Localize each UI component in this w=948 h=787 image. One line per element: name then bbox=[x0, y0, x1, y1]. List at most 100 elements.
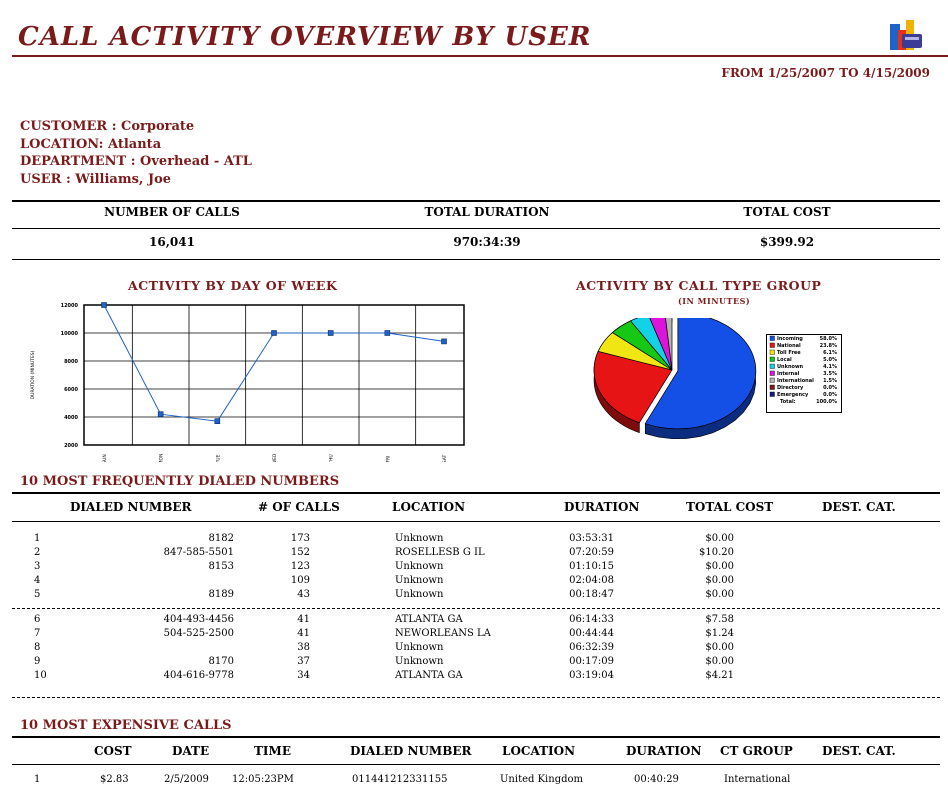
legend-value: 4.1% bbox=[823, 364, 837, 370]
x-tick-label: THU bbox=[329, 454, 335, 462]
duration: 00:18:47 bbox=[569, 589, 614, 600]
legend-value: 0.0% bbox=[823, 392, 837, 398]
legend-total-label: Total: bbox=[780, 399, 796, 405]
row-index: 1 bbox=[34, 533, 41, 544]
x-tick-label: WED bbox=[272, 453, 278, 462]
summary-bottom-rule bbox=[12, 259, 940, 260]
legend-value: 3.5% bbox=[823, 371, 837, 377]
total-cost: $10.20 bbox=[699, 547, 734, 558]
legend-swatch bbox=[769, 363, 775, 369]
total-cost: $0.00 bbox=[705, 533, 734, 544]
legend-label: Local bbox=[777, 357, 792, 363]
summary-table: NUMBER OF CALLS TOTAL DURATION TOTAL COS… bbox=[12, 200, 940, 260]
legend-value: 5.0% bbox=[823, 357, 837, 363]
expensive-header-destcat: DEST. CAT. bbox=[822, 744, 896, 758]
legend-label: Emergency bbox=[777, 392, 809, 398]
dialed-number: 8189 bbox=[208, 589, 234, 600]
duration: 03:19:04 bbox=[569, 670, 614, 681]
x-tick-label: MON bbox=[159, 454, 165, 462]
expensive-header-number: DIALED NUMBER bbox=[350, 744, 472, 758]
legend-value: 23.8% bbox=[820, 343, 837, 349]
legend-swatch bbox=[769, 342, 775, 348]
frequent-header-cost: TOTAL COST bbox=[686, 500, 774, 514]
row-index: 10 bbox=[34, 670, 47, 681]
total-cost: $0.00 bbox=[705, 642, 734, 653]
dialed-number: 404-616-9778 bbox=[163, 670, 234, 681]
duration: 00:40:29 bbox=[634, 774, 679, 785]
user-label: USER : Williams, Joe bbox=[20, 171, 172, 187]
frequent-bottom-dashed-rule bbox=[12, 697, 940, 698]
y-tick-label: 12000 bbox=[61, 303, 79, 309]
row-index: 9 bbox=[34, 656, 41, 667]
x-tick-label: SAT bbox=[442, 455, 448, 462]
location: ATLANTA GA bbox=[395, 614, 463, 625]
legend-value: 0.0% bbox=[823, 385, 837, 391]
legend-swatch bbox=[769, 349, 775, 355]
duration: 06:32:39 bbox=[569, 642, 614, 653]
dialed-number: 8153 bbox=[208, 561, 234, 572]
duration: 02:04:08 bbox=[569, 575, 614, 586]
ct-group: International bbox=[724, 774, 791, 785]
data-point bbox=[384, 330, 391, 336]
legend-swatch bbox=[769, 384, 775, 390]
expensive-header-location: LOCATION bbox=[502, 744, 576, 758]
plot-frame bbox=[83, 304, 465, 446]
legend-swatch bbox=[769, 377, 775, 383]
call-type-legend: Incoming 58.0% National 23.8% Toll Free 6.1% L… bbox=[766, 334, 842, 413]
title-rule bbox=[12, 55, 948, 57]
report-logo-icon bbox=[890, 20, 922, 50]
legend-label: Toll Free bbox=[777, 350, 801, 356]
total-cost: $0.00 bbox=[705, 589, 734, 600]
legend-label: National bbox=[777, 343, 801, 349]
duration: 00:44:44 bbox=[569, 628, 614, 639]
row-index: 8 bbox=[34, 642, 41, 653]
row-index: 4 bbox=[34, 575, 41, 586]
y-tick-label: 2000 bbox=[64, 443, 78, 449]
data-point bbox=[101, 302, 107, 308]
cost: $2.83 bbox=[100, 774, 129, 785]
summary-value-calls: 16,041 bbox=[149, 235, 195, 249]
summary-mid-rule bbox=[12, 228, 940, 229]
dialed-number: 011441212331155 bbox=[352, 774, 448, 785]
expensive-header-rule bbox=[12, 764, 940, 765]
duration: 06:14:33 bbox=[569, 614, 614, 625]
legend-label: Unknown bbox=[777, 364, 804, 370]
expensive-top-rule bbox=[12, 736, 940, 738]
total-cost: $0.00 bbox=[705, 575, 734, 586]
row-index: 6 bbox=[34, 614, 41, 625]
legend-swatch bbox=[769, 356, 775, 362]
frequent-top-rule bbox=[12, 492, 940, 494]
summary-header-calls: NUMBER OF CALLS bbox=[104, 205, 240, 219]
legend-label: Internal bbox=[777, 371, 800, 377]
legend-swatch bbox=[769, 370, 775, 376]
y-tick-label: 4000 bbox=[64, 415, 78, 421]
location: NEWORLEANS LA bbox=[395, 628, 491, 639]
legend-swatch bbox=[769, 335, 775, 341]
total-cost: $4.21 bbox=[705, 670, 734, 681]
location: Unknown bbox=[395, 561, 444, 572]
row-index: 2 bbox=[34, 547, 41, 558]
summary-value-duration: 970:34:39 bbox=[453, 235, 521, 249]
call-count: 109 bbox=[290, 575, 310, 586]
frequent-header-calls: # OF CALLS bbox=[258, 500, 340, 514]
report-info: CUSTOMER : Corporate LOCATION: Atlanta D… bbox=[20, 118, 252, 188]
row-index: 5 bbox=[34, 589, 41, 600]
data-point bbox=[327, 330, 334, 336]
frequent-dashed-rule bbox=[12, 608, 940, 609]
expensive-header-cost: COST bbox=[94, 744, 132, 758]
data-point bbox=[157, 411, 164, 417]
type-chart-subtitle: (IN MINUTES) bbox=[678, 296, 751, 306]
location: ROSELLESB G IL bbox=[395, 547, 485, 558]
location: ATLANTA GA bbox=[395, 670, 463, 681]
expensive-header-duration: DURATION bbox=[626, 744, 702, 758]
x-tick-label: TUE bbox=[215, 454, 221, 462]
duration: 07:20:59 bbox=[569, 547, 614, 558]
location: Unknown bbox=[395, 533, 444, 544]
location: United Kingdom bbox=[500, 774, 583, 785]
dialed-number: 504-525-2500 bbox=[163, 628, 234, 639]
x-tick-label: SUN bbox=[102, 454, 108, 462]
data-point bbox=[214, 418, 221, 424]
row-index: 3 bbox=[34, 561, 41, 572]
call-count: 41 bbox=[297, 628, 310, 639]
type-chart-title: ACTIVITY BY CALL TYPE GROUP bbox=[576, 278, 822, 293]
